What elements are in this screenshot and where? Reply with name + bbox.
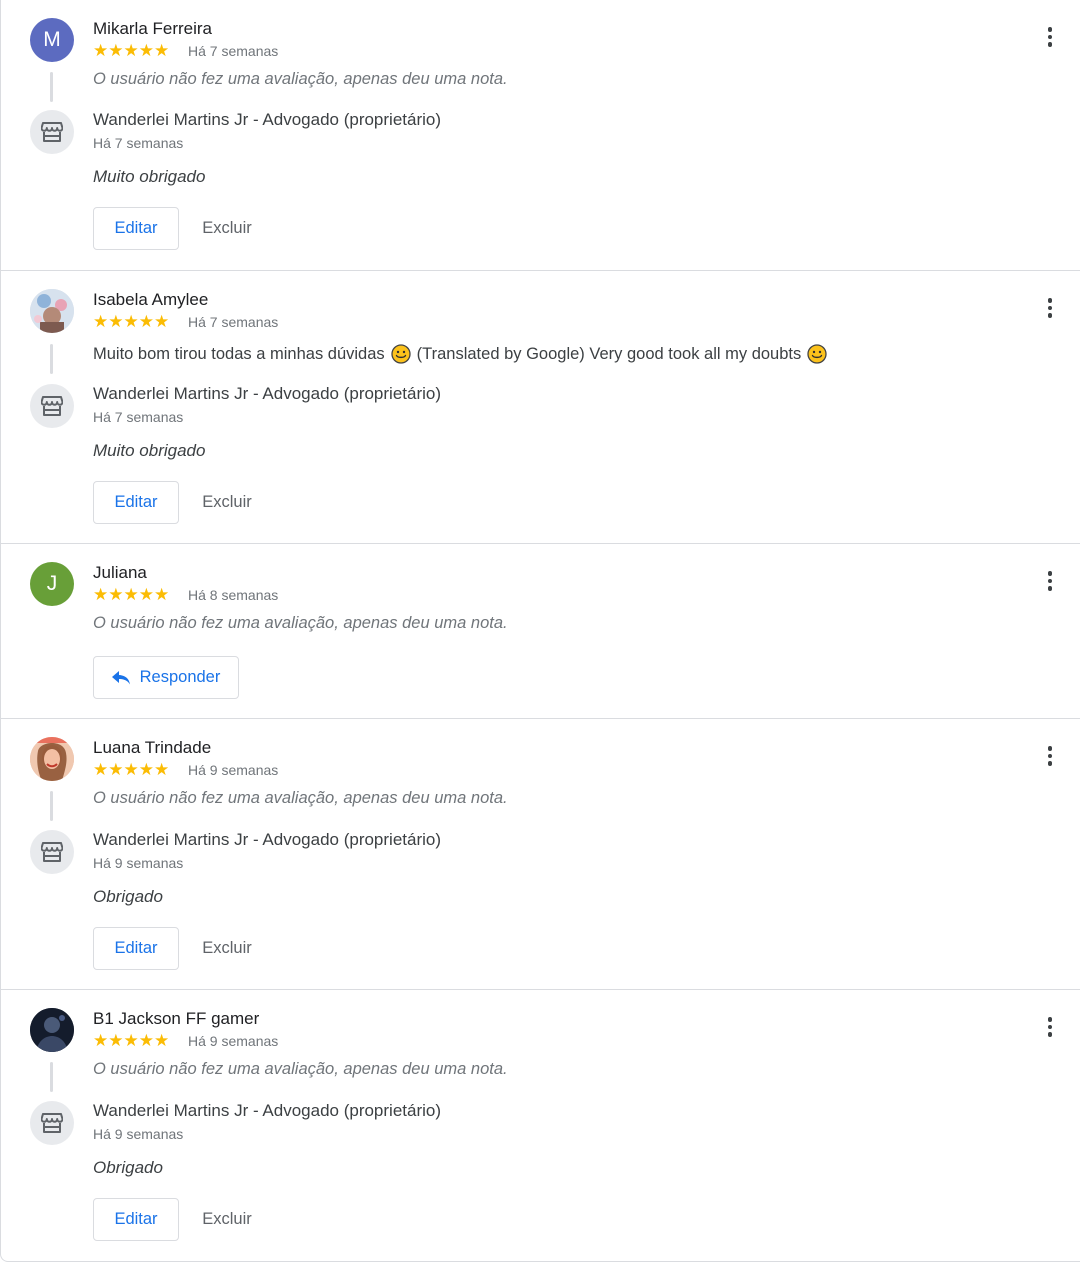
review-comment: O usuário não fez uma avaliação, apenas … [93, 789, 508, 807]
owner-reply-text: Muito obrigado [93, 167, 206, 186]
respond-button[interactable]: Responder [93, 656, 239, 699]
thread-line [50, 1062, 53, 1092]
smiling-face-emoji-icon [391, 344, 411, 364]
review-comment: Muito bom tirou todas a minhas dúvidas (… [93, 344, 833, 364]
delete-button[interactable]: Excluir [187, 481, 267, 524]
review-date: Há 7 semanas [188, 314, 279, 330]
review-date: Há 8 semanas [188, 587, 279, 603]
review-date: Há 9 semanas [188, 1033, 279, 1049]
reviewer-name[interactable]: Mikarla Ferreira [93, 19, 212, 39]
star-rating: ★★★★★ [93, 1031, 170, 1050]
delete-button[interactable]: Excluir [187, 207, 267, 250]
owner-name: Wanderlei Martins Jr - Advogado (proprie… [93, 110, 442, 129]
comment-translated: (Translated by Google) Very good took al… [416, 344, 802, 363]
more-options-icon[interactable] [1037, 293, 1063, 323]
owner-reply-text: Muito obrigado [93, 441, 206, 460]
storefront-icon [30, 830, 74, 874]
edit-button[interactable]: Editar [93, 927, 179, 970]
star-rating: ★★★★★ [93, 312, 170, 331]
avatar-initial: J [46, 572, 58, 595]
owner-reply-date: Há 9 semanas [93, 1126, 184, 1142]
avatar[interactable]: J [30, 562, 74, 606]
owner-reply-date: Há 7 semanas [93, 135, 184, 151]
thread-line [50, 344, 53, 374]
review-comment: O usuário não fez uma avaliação, apenas … [93, 1060, 508, 1078]
thread-line [50, 72, 53, 102]
delete-button[interactable]: Excluir [187, 927, 267, 970]
reviewer-name[interactable]: Luana Trindade [93, 738, 211, 758]
reviewer-name[interactable]: Isabela Amylee [93, 290, 208, 310]
owner-name: Wanderlei Martins Jr - Advogado (proprie… [93, 384, 442, 403]
star-rating: ★★★★★ [93, 585, 170, 604]
avatar[interactable] [30, 1008, 74, 1052]
owner-reply-date: Há 7 semanas [93, 409, 184, 425]
storefront-icon [30, 384, 74, 428]
storefront-icon [30, 110, 74, 154]
edit-button[interactable]: Editar [93, 481, 179, 524]
more-options-icon[interactable] [1037, 1012, 1063, 1042]
respond-label: Responder [139, 668, 221, 686]
more-options-icon[interactable] [1037, 22, 1063, 52]
smiling-face-emoji-icon [807, 344, 827, 364]
avatar-initial: M [43, 28, 61, 51]
reply-arrow-icon [111, 670, 130, 684]
reviewer-name[interactable]: Juliana [93, 563, 147, 583]
review-date: Há 7 semanas [188, 43, 279, 59]
review-card: B1 Jackson FF gamer ★★★★★ Há 9 semanas O… [1, 990, 1080, 1262]
review-comment: O usuário não fez uma avaliação, apenas … [93, 70, 508, 88]
owner-reply-text: Obrigado [93, 887, 163, 906]
star-rating: ★★★★★ [93, 760, 170, 779]
delete-button[interactable]: Excluir [187, 1198, 267, 1241]
owner-name: Wanderlei Martins Jr - Advogado (proprie… [93, 1101, 442, 1120]
owner-name: Wanderlei Martins Jr - Advogado (proprie… [93, 830, 442, 849]
reviews-panel: M Mikarla Ferreira ★★★★★ Há 7 semanas O … [0, 0, 1080, 1262]
avatar[interactable] [30, 737, 74, 781]
thread-line [50, 791, 53, 821]
review-card: J Juliana ★★★★★ Há 8 semanas O usuário n… [1, 544, 1080, 719]
more-options-icon[interactable] [1037, 566, 1063, 596]
review-card: M Mikarla Ferreira ★★★★★ Há 7 semanas O … [1, 0, 1080, 271]
review-card: Isabela Amylee ★★★★★ Há 7 semanas Muito … [1, 271, 1080, 544]
review-comment: O usuário não fez uma avaliação, apenas … [93, 614, 508, 632]
review-card: Luana Trindade ★★★★★ Há 9 semanas O usuá… [1, 719, 1080, 990]
owner-reply-text: Obrigado [93, 1158, 163, 1177]
comment-original: Muito bom tirou todas a minhas dúvidas [93, 344, 385, 363]
edit-button[interactable]: Editar [93, 207, 179, 250]
more-options-icon[interactable] [1037, 741, 1063, 771]
edit-button[interactable]: Editar [93, 1198, 179, 1241]
storefront-icon [30, 1101, 74, 1145]
avatar[interactable]: M [30, 18, 74, 62]
review-date: Há 9 semanas [188, 762, 279, 778]
star-rating: ★★★★★ [93, 41, 170, 60]
owner-reply-date: Há 9 semanas [93, 855, 184, 871]
reviewer-name[interactable]: B1 Jackson FF gamer [93, 1009, 259, 1029]
avatar[interactable] [30, 289, 74, 333]
